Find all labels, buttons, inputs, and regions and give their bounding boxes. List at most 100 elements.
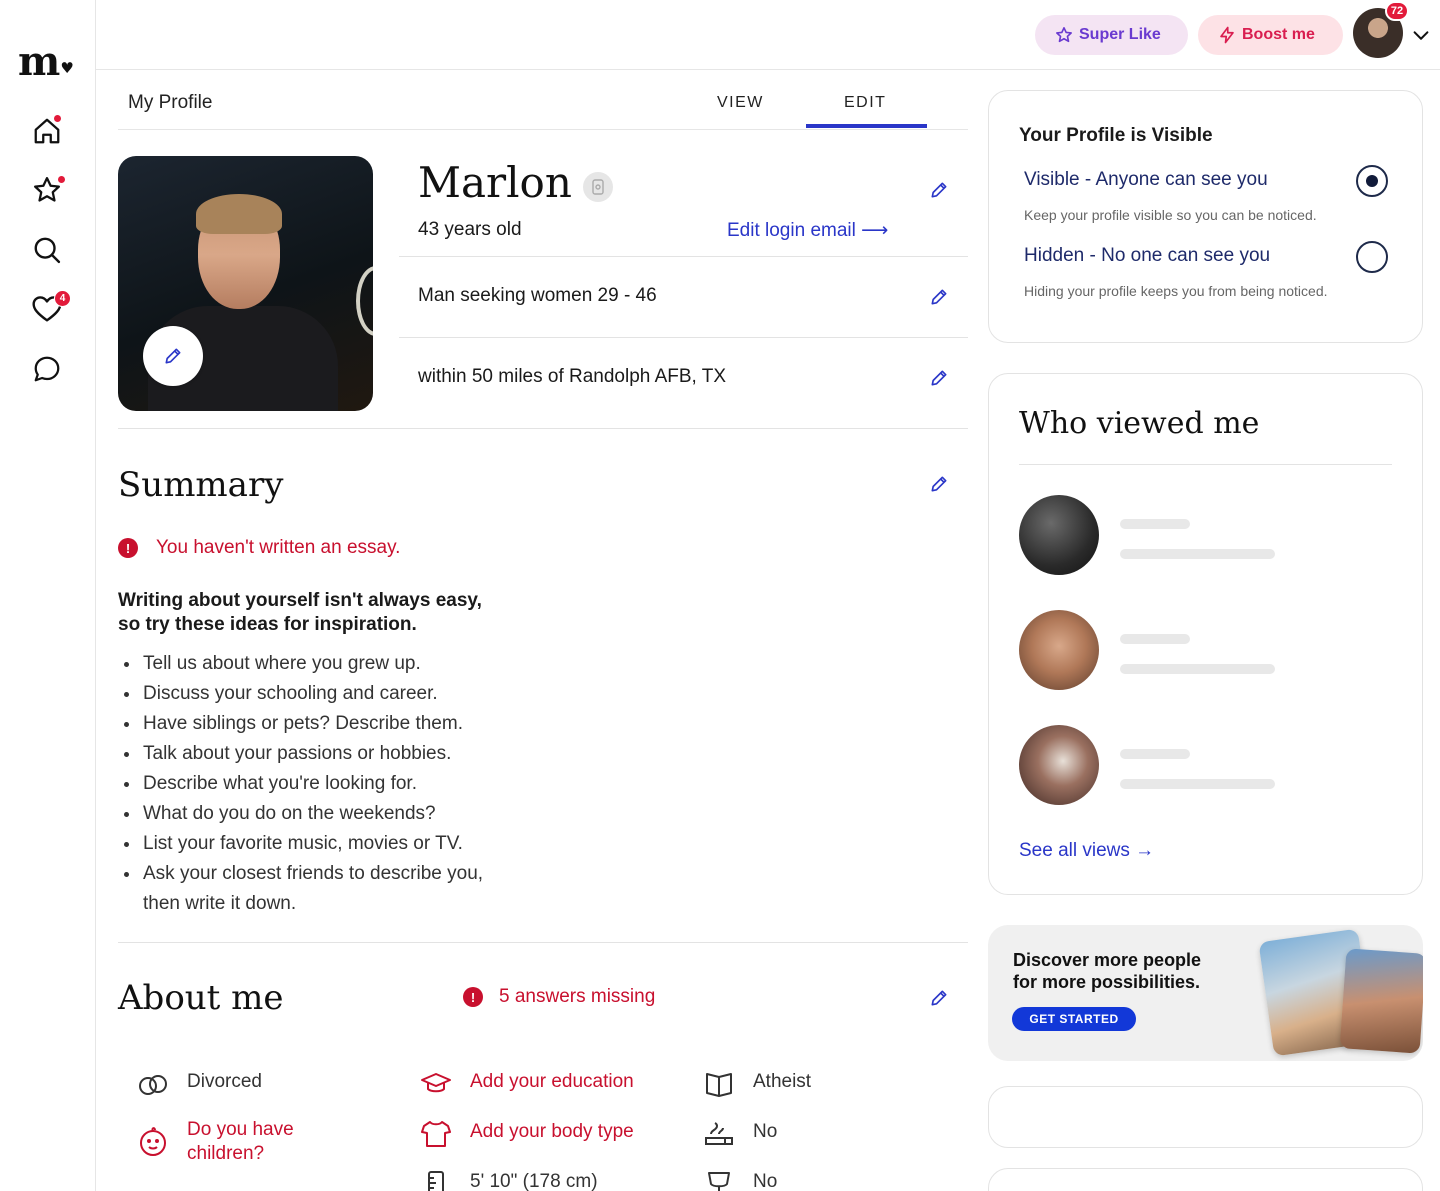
- pencil-icon: [931, 990, 947, 1006]
- arrow-right-icon: →: [1135, 840, 1155, 861]
- who-viewed-title: Who viewed me: [1019, 406, 1260, 441]
- visible-option-label[interactable]: Visible - Anyone can see you: [1024, 169, 1268, 191]
- hidden-option-label[interactable]: Hidden - No one can see you: [1024, 245, 1270, 267]
- edit-location-button[interactable]: [927, 366, 951, 390]
- seeking-preference: Man seeking women 29 - 46: [418, 285, 657, 306]
- skeleton-line: [1120, 749, 1190, 759]
- baby-face-icon: [136, 1118, 170, 1166]
- tab-view[interactable]: VIEW: [717, 94, 764, 112]
- hidden-option-description: Hiding your profile keeps you from being…: [1024, 283, 1328, 299]
- sidebar: m♥ 4: [0, 0, 96, 1191]
- brand-logo[interactable]: m♥: [18, 38, 74, 85]
- essay-warning: ! You haven't written an essay.: [118, 537, 400, 559]
- skeleton-line: [1120, 634, 1190, 644]
- heart-icon: ♥: [60, 59, 73, 77]
- nav-home[interactable]: [28, 112, 66, 150]
- visible-option-description: Keep your profile visible so you can be …: [1024, 207, 1317, 223]
- list-item: Have siblings or pets? Describe them.: [118, 709, 538, 739]
- viewer-avatar[interactable]: [1019, 610, 1099, 690]
- profile-name: Marlon: [418, 158, 572, 207]
- divider: [1019, 464, 1392, 465]
- pencil-icon: [931, 289, 947, 305]
- about-drinking[interactable]: No: [702, 1170, 777, 1191]
- about-relationship-status[interactable]: Divorced: [136, 1070, 262, 1098]
- shirt-icon: [419, 1120, 453, 1148]
- who-viewed-card: Who viewed me See all views →: [988, 373, 1423, 895]
- alert-icon: !: [118, 538, 138, 558]
- hidden-radio[interactable]: [1356, 241, 1388, 273]
- nav-messages[interactable]: [28, 350, 66, 388]
- active-tab-indicator: [806, 124, 927, 128]
- see-all-views-link[interactable]: See all views →: [1019, 840, 1154, 862]
- inspiration-heading: Writing about yourself isn't always easy…: [118, 590, 482, 635]
- smoking-icon: [702, 1120, 736, 1148]
- verify-phone-icon[interactable]: [583, 172, 613, 202]
- arrow-right-icon: ⟶: [861, 220, 889, 241]
- super-like-button[interactable]: Super Like: [1035, 15, 1188, 55]
- about-me-title: About me: [118, 978, 284, 1018]
- chat-bubble-icon: [34, 356, 60, 382]
- tab-edit[interactable]: EDIT: [844, 94, 886, 112]
- about-smoking[interactable]: No: [702, 1120, 777, 1148]
- likes-count-badge: 4: [54, 290, 71, 307]
- edit-seeking-button[interactable]: [927, 285, 951, 309]
- get-started-button[interactable]: GET STARTED: [1012, 1007, 1136, 1031]
- skeleton-line: [1120, 779, 1275, 789]
- edit-name-button[interactable]: [927, 178, 951, 202]
- pencil-icon: [931, 476, 947, 492]
- promo-photo: [1339, 948, 1423, 1054]
- edit-login-email-link[interactable]: Edit login email ⟶: [727, 219, 888, 242]
- ruler-icon: [419, 1170, 453, 1191]
- graduation-cap-icon: [419, 1070, 453, 1098]
- about-religion[interactable]: Atheist: [702, 1070, 811, 1098]
- search-icon: [34, 237, 61, 264]
- page-title: My Profile: [128, 92, 213, 113]
- about-height[interactable]: 5' 10" (178 cm): [419, 1170, 598, 1191]
- skeleton-line: [1120, 549, 1275, 559]
- drink-icon: [702, 1170, 736, 1191]
- pencil-icon: [931, 370, 947, 386]
- list-item: Discuss your schooling and career.: [118, 679, 538, 709]
- super-like-label: Super Like: [1079, 26, 1161, 43]
- divider: [118, 428, 968, 429]
- divider: [399, 256, 968, 257]
- pencil-icon: [931, 182, 947, 198]
- about-body-type[interactable]: Add your body type: [419, 1120, 634, 1148]
- answers-missing-warning: ! 5 answers missing: [463, 986, 655, 1008]
- notification-count-badge: 72: [1385, 1, 1409, 21]
- summary-title: Summary: [118, 465, 284, 505]
- nav-favorites[interactable]: [28, 171, 66, 209]
- top-bar: Super Like Boost me 72: [96, 0, 1440, 70]
- visible-radio[interactable]: [1356, 165, 1388, 197]
- boost-label: Boost me: [1242, 26, 1315, 43]
- edit-about-button[interactable]: [927, 986, 951, 1010]
- chevron-down-icon[interactable]: [1410, 25, 1432, 47]
- viewer-avatar[interactable]: [1019, 495, 1099, 575]
- viewer-avatar[interactable]: [1019, 725, 1099, 805]
- profile-tabs: My Profile VIEW EDIT: [118, 80, 968, 130]
- lightning-icon: [1220, 26, 1234, 44]
- about-education[interactable]: Add your education: [419, 1070, 634, 1098]
- nav-likes[interactable]: 4: [28, 290, 71, 328]
- empty-card: [988, 1086, 1423, 1148]
- edit-summary-button[interactable]: [927, 472, 951, 496]
- star-outline-icon: [1056, 27, 1072, 43]
- list-item: Describe what you're looking for.: [118, 769, 538, 799]
- divider: [399, 337, 968, 338]
- divider: [118, 942, 968, 943]
- boost-button[interactable]: Boost me: [1198, 15, 1343, 55]
- visibility-title: Your Profile is Visible: [1019, 125, 1213, 146]
- profile-age: 43 years old: [418, 219, 522, 240]
- skeleton-line: [1120, 519, 1190, 529]
- pencil-icon: [165, 348, 181, 364]
- list-item: List your favorite music, movies or TV.: [118, 829, 538, 859]
- edit-photo-button[interactable]: [143, 326, 203, 386]
- list-item: Talk about your passions or hobbies.: [118, 739, 538, 769]
- about-children[interactable]: Do you have children?: [136, 1118, 337, 1166]
- list-item: Ask your closest friends to describe you…: [118, 859, 518, 919]
- nav-search[interactable]: [28, 231, 66, 269]
- alert-icon: !: [463, 987, 483, 1007]
- rings-icon: [136, 1070, 170, 1098]
- visibility-card: Your Profile is Visible Visible - Anyone…: [988, 90, 1423, 343]
- notification-dot: [53, 114, 62, 123]
